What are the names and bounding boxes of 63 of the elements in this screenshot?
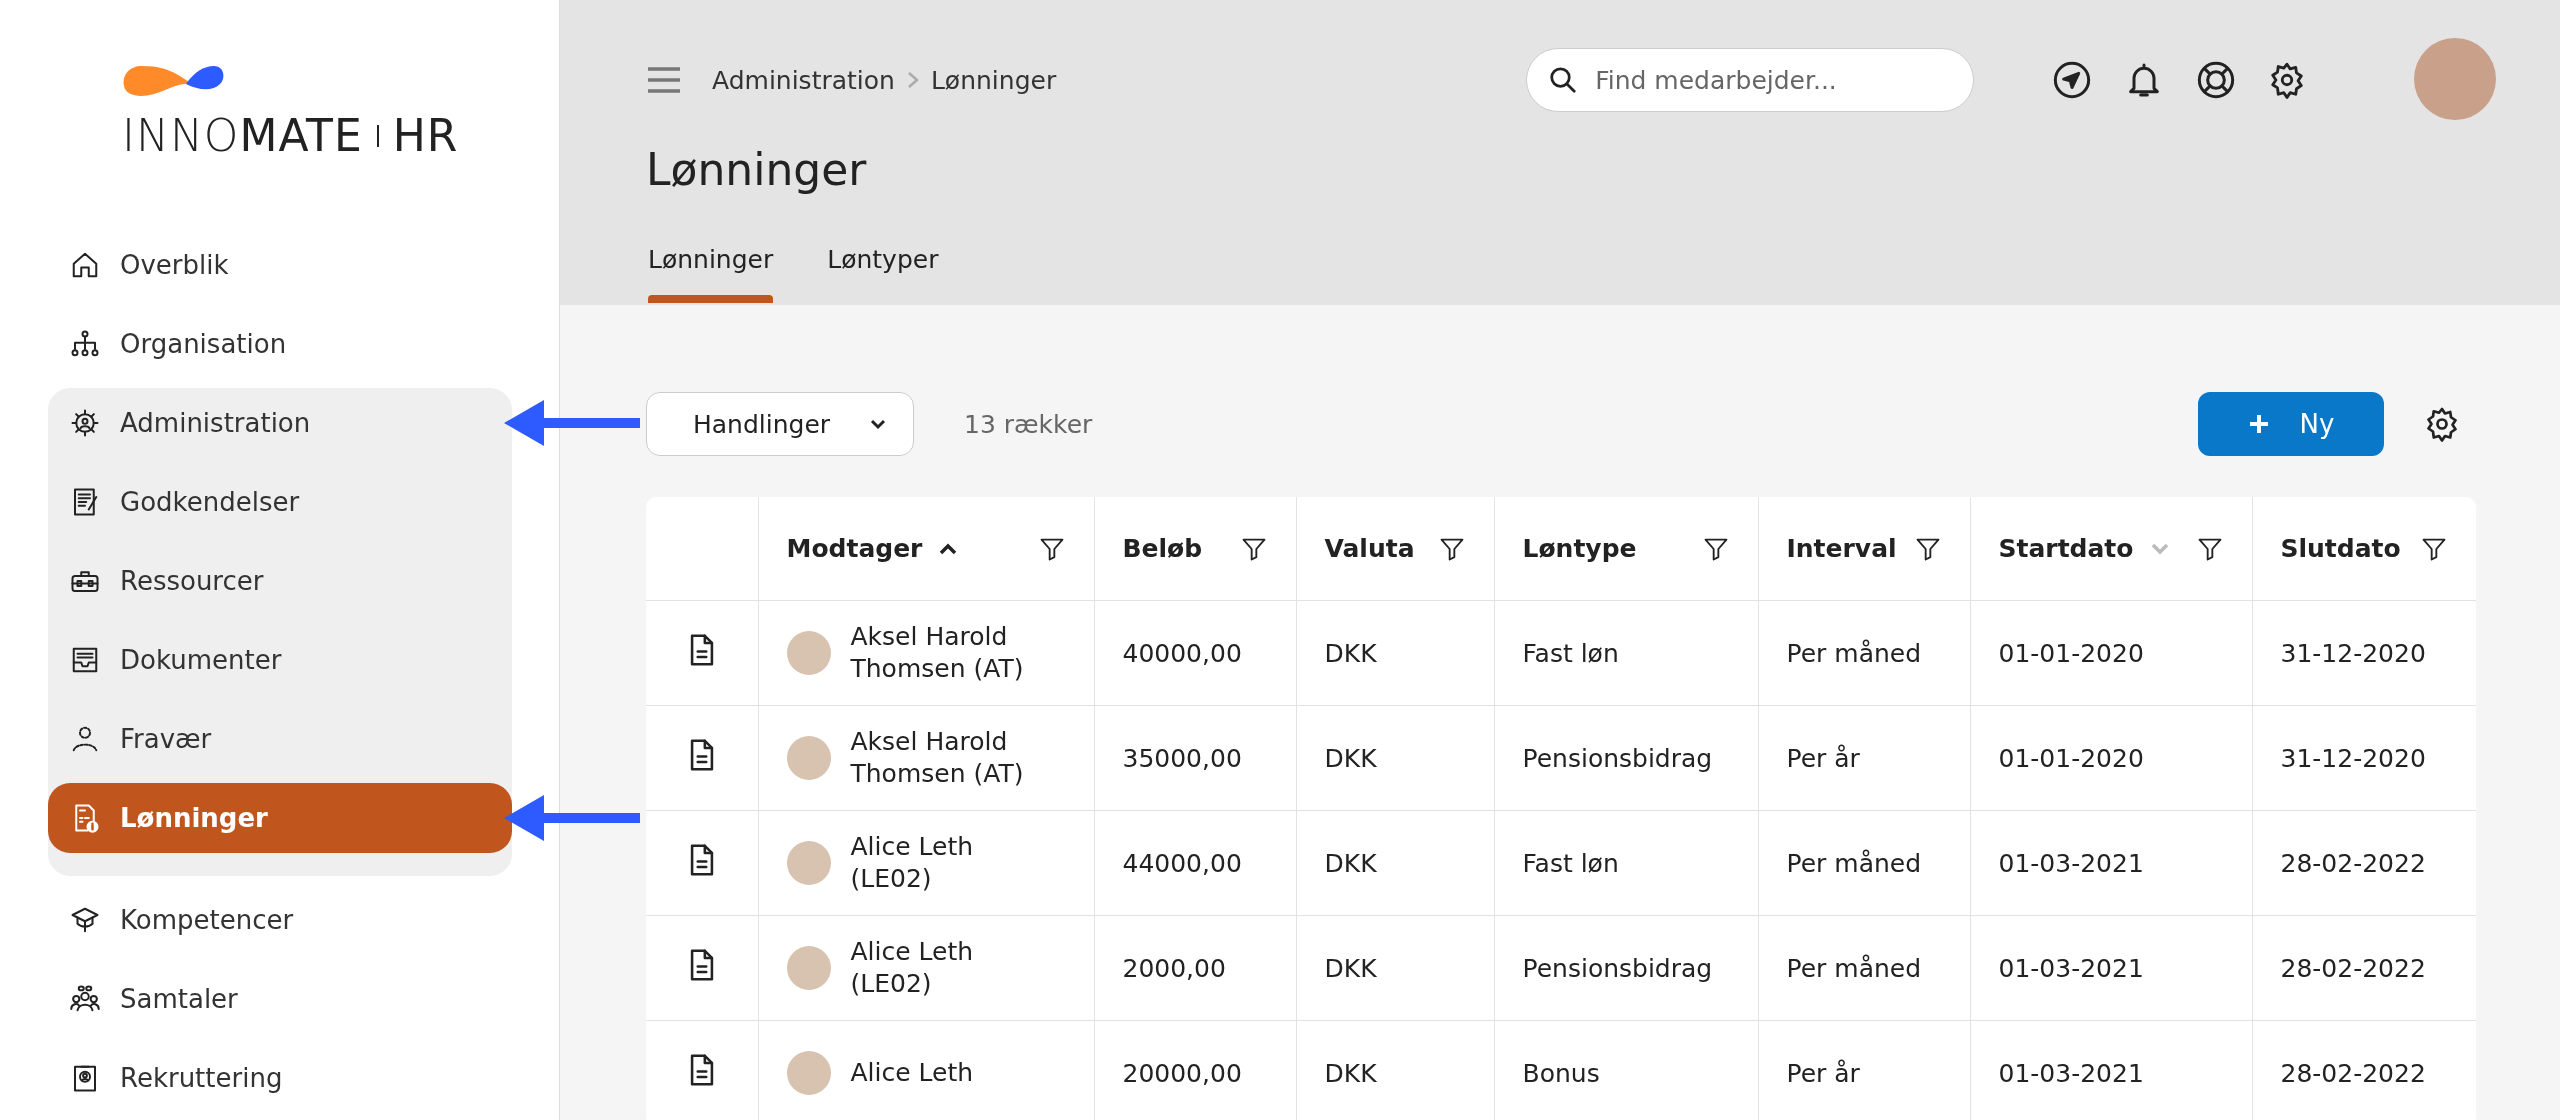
recipient-name: Aksel Harold Thomsen (AT) — [850, 620, 1025, 685]
table-cell: 01-03-2021 — [1970, 810, 2252, 916]
logo-text: INNOMATE HR — [122, 110, 460, 161]
table-cell: Pensionsbidrag — [1494, 705, 1758, 811]
column-header[interactable]: Beløb — [1094, 497, 1296, 601]
column-header[interactable]: Valuta — [1296, 497, 1494, 601]
column-header[interactable]: Slutdato — [2252, 497, 2476, 601]
recipient-name: Alice Leth (LE02) — [850, 935, 975, 1000]
sidebar-item[interactable]: Samtaler — [48, 964, 512, 1034]
table-cell: Bonus — [1494, 1020, 1758, 1120]
sidebar-item[interactable]: Overblik — [48, 230, 512, 300]
table-cell: 01-03-2021 — [1970, 915, 2252, 1021]
table-cell: DKK — [1296, 705, 1494, 811]
table-cell: 31-12-2020 — [2252, 705, 2476, 811]
table-cell: 28-02-2022 — [2252, 1020, 2476, 1120]
table-cell: 01-03-2021 — [1970, 1020, 2252, 1120]
sidebar-item[interactable]: Godkendelser — [48, 467, 512, 537]
sidebar-item[interactable]: Dokumenter — [48, 625, 512, 695]
table-cell: 01-01-2020 — [1970, 705, 2252, 811]
sidebar-item[interactable]: Fravær — [48, 704, 512, 774]
table-cell: 31-12-2020 — [2252, 600, 2476, 706]
table-cell: Per måned — [1758, 600, 1970, 706]
sidebar-item[interactable]: Ressourcer — [48, 546, 512, 616]
sidebar-item[interactable]: Organisation — [48, 309, 512, 379]
column-header[interactable]: Løntype — [1494, 497, 1758, 601]
table-cell: Pensionsbidrag — [1494, 915, 1758, 1021]
sidebar-item[interactable]: Rekruttering — [48, 1043, 512, 1113]
recipient-name: Alice Leth — [850, 1056, 975, 1089]
table-cell: 40000,00 — [1094, 600, 1296, 706]
table-cell: DKK — [1296, 810, 1494, 916]
table-cell: 2000,00 — [1094, 915, 1296, 1021]
table-cell: Per måned — [1758, 810, 1970, 916]
breadcrumb-link[interactable]: Lønninger — [930, 65, 1057, 95]
table-cell: 28-02-2022 — [2252, 810, 2476, 916]
actions-dropdown[interactable]: Handlinger — [646, 392, 914, 456]
table-cell: Fast løn — [1494, 810, 1758, 916]
table-cell: Per måned — [1758, 915, 1970, 1021]
recipient-name: Aksel Harold Thomsen (AT) — [850, 725, 1025, 790]
sidebar-item[interactable]: Kompetencer — [48, 885, 512, 955]
table-cell: 44000,00 — [1094, 810, 1296, 916]
sidebar-item[interactable]: Lønninger — [48, 783, 512, 853]
table-cell: 20000,00 — [1094, 1020, 1296, 1120]
column-header[interactable]: Startdato — [1970, 497, 2252, 601]
recipient-name: Alice Leth (LE02) — [850, 830, 975, 895]
tab[interactable]: Løntyper — [825, 245, 941, 303]
table-cell: 35000,00 — [1094, 705, 1296, 811]
table-cell: Per år — [1758, 705, 1970, 811]
table-cell: Per år — [1758, 1020, 1970, 1120]
column-header[interactable]: Modtager — [758, 497, 1094, 601]
breadcrumb-link[interactable]: Administration — [712, 65, 895, 95]
page-title: Lønninger — [646, 144, 868, 195]
column-header[interactable]: Interval — [1758, 497, 1970, 601]
tab[interactable]: Lønninger — [646, 245, 776, 303]
table-cell: 28-02-2022 — [2252, 915, 2476, 1021]
table-cell: DKK — [1296, 600, 1494, 706]
table-cell: DKK — [1296, 915, 1494, 1021]
table-cell: 01-01-2020 — [1970, 600, 2252, 706]
sidebar-item[interactable]: Administration — [48, 388, 512, 458]
row-count: 13 rækker — [964, 409, 1093, 439]
table-cell: DKK — [1296, 1020, 1494, 1120]
new-button[interactable]: Ny — [2198, 392, 2384, 456]
search-field[interactable]: Find medarbejder... — [1526, 48, 1975, 112]
table-cell: Fast løn — [1494, 600, 1758, 706]
